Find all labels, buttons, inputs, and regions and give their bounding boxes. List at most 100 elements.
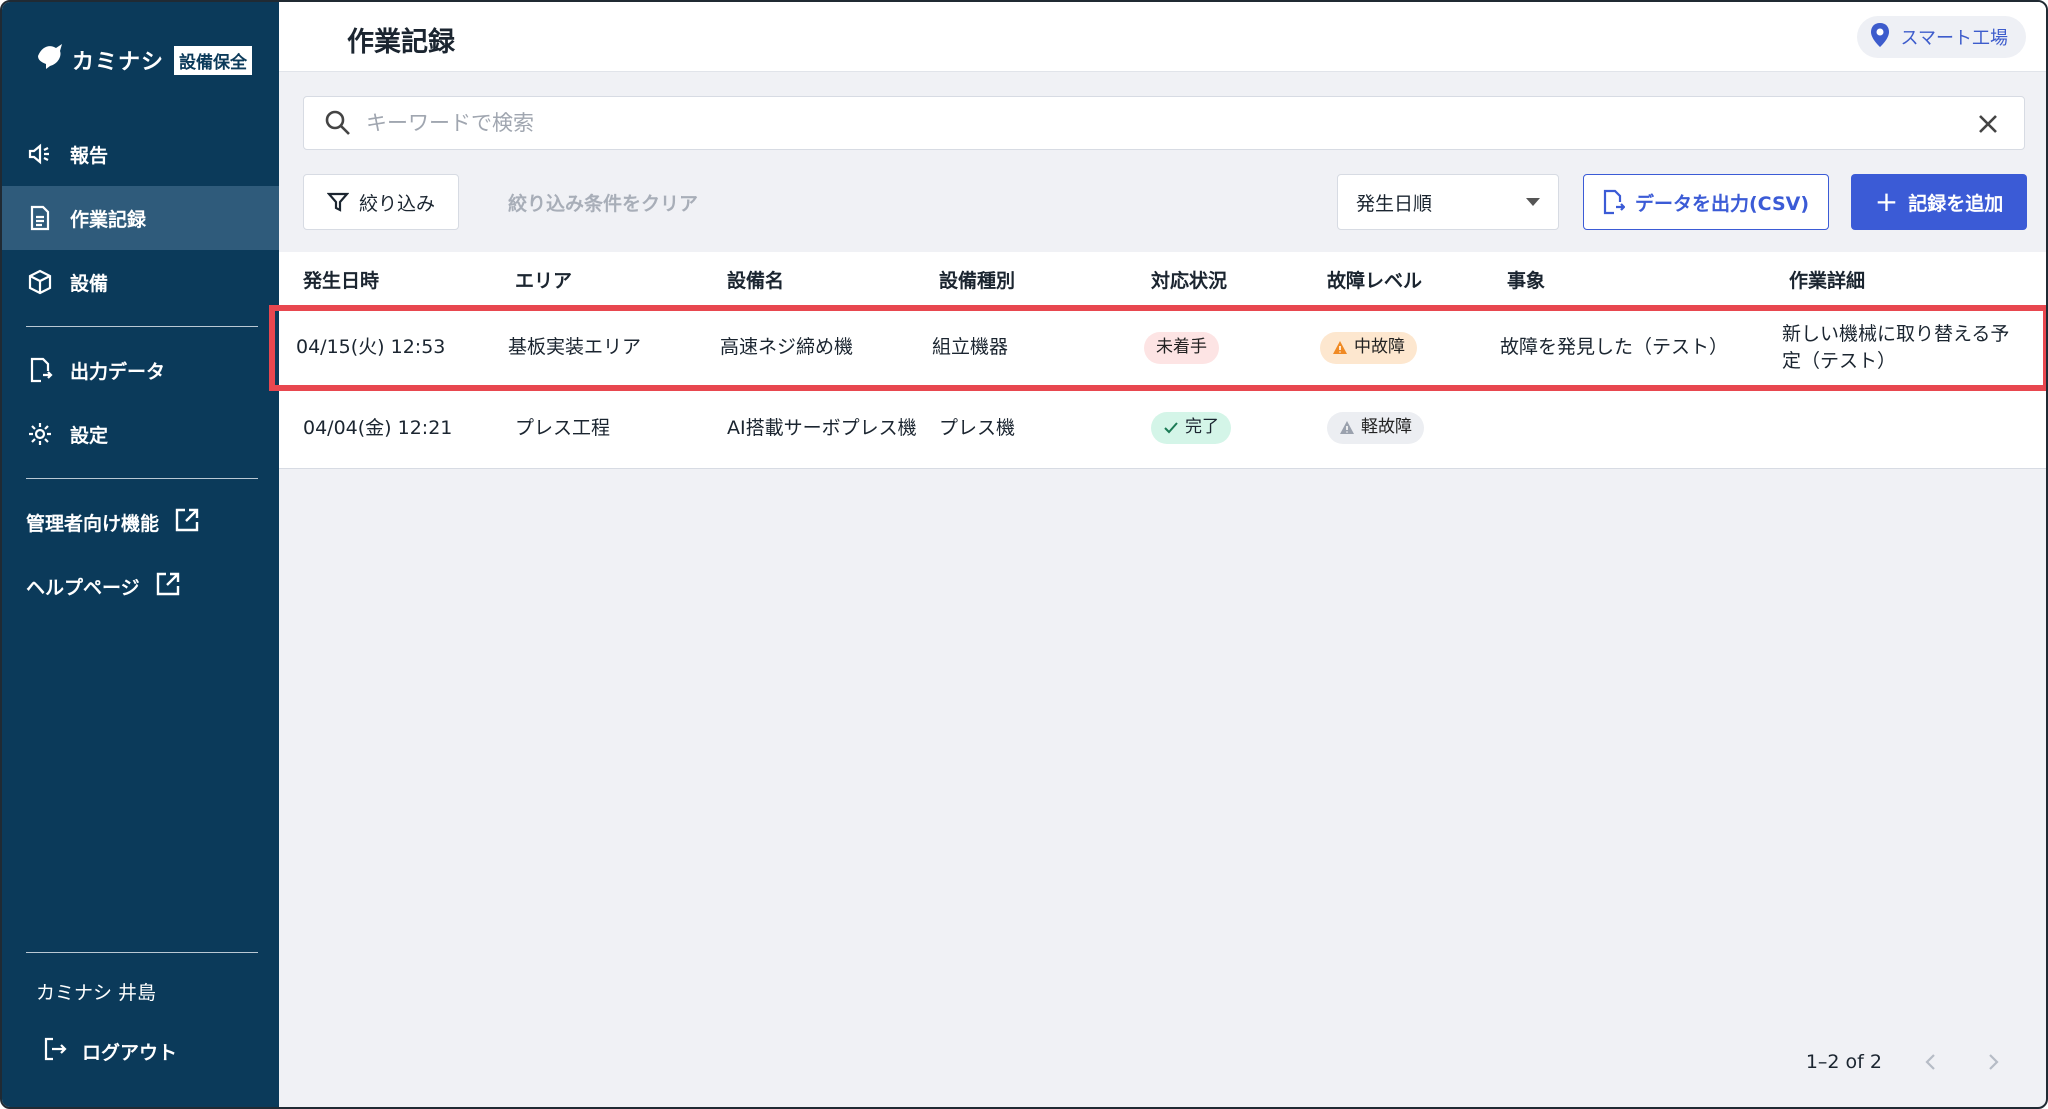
chevron-right-icon (1989, 1054, 1999, 1070)
export-file-icon (26, 356, 54, 384)
sidebar-item-label: 作業記録 (70, 208, 147, 231)
sidebar-item-report[interactable]: 報告 (2, 122, 279, 186)
table-header: 発生日時 エリア 設備名 設備種別 対応状況 故障レベル 事象 作業詳細 (279, 252, 2046, 308)
sidebar-item-work-records[interactable]: 作業記録 (2, 186, 279, 250)
cell-equipment-type: プレス機 (939, 416, 1016, 439)
sidebar-item-label: 設備 (70, 272, 109, 295)
sidebar-item-label: 設定 (70, 424, 109, 447)
cell-detail: 新しい機械に取り替える予定（テスト） (1782, 322, 2010, 372)
location-chip[interactable]: スマート工場 (1856, 16, 2026, 58)
sidebar-divider (26, 952, 258, 953)
warning-icon (1333, 340, 1347, 354)
chevron-left-icon (1925, 1054, 1935, 1070)
status-badge: 未着手 (1144, 331, 1219, 364)
level-label: 中故障 (1354, 336, 1405, 357)
sidebar-item-equipment[interactable]: 設備 (2, 250, 279, 314)
cell-datetime: 04/15(火) 12:53 (296, 336, 446, 359)
pagination: 1–2 of 2 (1806, 1049, 2006, 1075)
table-row[interactable]: 04/04(金) 12:21 プレス工程 AI搭載サーボプレス機 プレス機 完了… (279, 388, 2046, 468)
main-content: 作業記録 スマート工場 絞り込み 絞り込み条件をクリア 発生日順 データを出力(… (269, 2, 2046, 1107)
sidebar: カミナシ 設備保全 報告 作業記録 設備 出力データ 設定 管理者向け機能 ヘル… (2, 2, 279, 1107)
cell-level: 中故障 (1320, 331, 1500, 364)
filter-label: 絞り込み (358, 192, 435, 215)
logo-text: カミナシ (72, 50, 165, 75)
level-label: 軽故障 (1361, 417, 1412, 438)
sort-select[interactable]: 発生日順 (1337, 174, 1559, 230)
column-header[interactable]: 事象 (1507, 266, 1777, 293)
column-header[interactable]: 設備種別 (939, 266, 1119, 293)
user-name: カミナシ 井島 (36, 982, 157, 1004)
plus-icon: + (1874, 185, 1899, 218)
search-icon (325, 110, 350, 135)
external-link-icon (154, 570, 182, 603)
export-file-icon (1603, 189, 1625, 215)
filter-icon (326, 192, 349, 212)
column-header[interactable]: 対応状況 (1151, 266, 1321, 293)
location-label: スマート工場 (1900, 28, 2008, 49)
sidebar-item-label: 報告 (70, 144, 109, 167)
cell-datetime: 04/04(金) 12:21 (303, 416, 453, 439)
cell-equipment: 高速ネジ締め機 (720, 336, 854, 359)
admin-features-link[interactable]: 管理者向け機能 (26, 506, 201, 539)
cell-equipment: AI搭載サーボプレス機 (727, 416, 917, 439)
logo-badge: 設備保全 (174, 45, 253, 75)
level-badge: 中故障 (1320, 331, 1417, 364)
cell-equipment-type: 組立機器 (932, 336, 1009, 359)
sidebar-item-settings[interactable]: 設定 (2, 402, 279, 466)
export-csv-label: データを出力(CSV) (1634, 192, 1810, 215)
cell-area: プレス工程 (515, 416, 611, 439)
next-page-button[interactable] (1980, 1049, 2006, 1075)
column-header[interactable]: エリア (515, 266, 715, 293)
external-link-label: ヘルプページ (26, 577, 140, 599)
column-header[interactable]: 設備名 (727, 266, 927, 293)
logout-button[interactable]: ログアウト (42, 1036, 177, 1067)
external-link-label: 管理者向け機能 (26, 513, 160, 535)
export-csv-button[interactable]: データを出力(CSV) (1583, 174, 1829, 230)
clear-filter-button[interactable]: 絞り込み条件をクリア (493, 174, 713, 230)
help-page-link[interactable]: ヘルプページ (26, 570, 182, 603)
previous-page-button[interactable] (1918, 1049, 1944, 1075)
cube-icon (26, 268, 54, 296)
sidebar-divider (26, 326, 258, 327)
gear-icon (26, 420, 54, 448)
close-icon[interactable] (1974, 110, 2002, 138)
cell-status: 未着手 (1144, 331, 1314, 364)
document-icon (26, 204, 54, 232)
logout-icon (42, 1036, 68, 1067)
status-label: 完了 (1185, 417, 1219, 438)
search-bar (303, 96, 2025, 150)
records-table: 発生日時 エリア 設備名 設備種別 対応状況 故障レベル 事象 作業詳細 04/… (269, 252, 2046, 469)
column-header[interactable]: 故障レベル (1327, 266, 1507, 293)
cell-status: 完了 (1151, 412, 1321, 444)
status-badge: 完了 (1151, 412, 1231, 444)
filter-button[interactable]: 絞り込み (303, 174, 459, 230)
app-logo[interactable]: カミナシ 設備保全 (36, 42, 253, 78)
column-header[interactable]: 発生日時 (303, 266, 503, 293)
cell-event: 故障を発見した（テスト） (1500, 336, 1729, 359)
top-bar: 作業記録 スマート工場 (279, 2, 2046, 72)
sidebar-divider (26, 478, 258, 479)
logout-label: ログアウト (82, 1042, 178, 1064)
search-input[interactable] (366, 111, 1926, 135)
sort-value: 発生日順 (1356, 192, 1433, 215)
add-record-button[interactable]: + 記録を追加 (1851, 174, 2027, 230)
cell-area: 基板実装エリア (508, 336, 642, 359)
level-badge: 軽故障 (1327, 412, 1424, 444)
megaphone-icon (26, 140, 54, 168)
column-header[interactable]: 作業詳細 (1789, 266, 2035, 293)
check-icon (1164, 422, 1178, 434)
page-title: 作業記録 (347, 27, 455, 58)
location-pin-icon (1869, 22, 1891, 53)
status-label: 未着手 (1156, 336, 1207, 357)
external-link-icon (173, 506, 201, 539)
cell-level: 軽故障 (1327, 412, 1507, 444)
sidebar-item-export-data[interactable]: 出力データ (2, 338, 279, 402)
warning-icon (1340, 421, 1354, 434)
pagination-range: 1–2 of 2 (1805, 1051, 1882, 1073)
chevron-down-icon (1526, 198, 1540, 206)
logo-bird-icon (36, 42, 66, 78)
app-window: カミナシ 設備保全 報告 作業記録 設備 出力データ 設定 管理者向け機能 ヘル… (0, 0, 2048, 1109)
add-record-label: 記録を追加 (1908, 192, 2004, 215)
sidebar-item-label: 出力データ (70, 360, 166, 383)
table-row[interactable]: 04/15(火) 12:53 基板実装エリア 高速ネジ締め機 組立機器 未着手 … (269, 305, 2046, 391)
